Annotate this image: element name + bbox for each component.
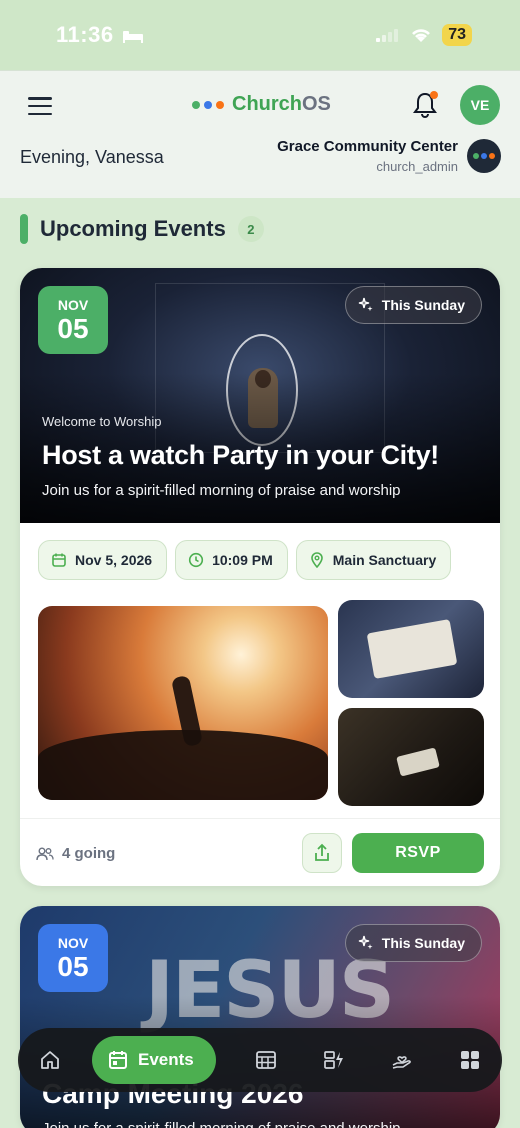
event-tag: This Sunday	[344, 924, 482, 962]
date-day: 05	[57, 313, 89, 344]
brand-dots-icon	[192, 100, 224, 109]
event-hero-image: NOV 05 This Sunday Welcome to Worship Ho…	[20, 268, 500, 523]
date-month: NOV	[57, 935, 89, 951]
event-card[interactable]: JESUS NOV 05 This Sunday Camp Meeting 20…	[20, 906, 500, 1128]
event-description: Join us for a spirit-filled morning of p…	[42, 482, 401, 499]
gallery-photo-bible[interactable]	[338, 600, 484, 698]
signal-icon	[376, 29, 399, 42]
date-badge: NOV 05	[38, 924, 108, 992]
battery-indicator: 73	[442, 24, 472, 46]
user-avatar[interactable]: VE	[460, 85, 500, 125]
nav-calendar[interactable]	[248, 1042, 284, 1078]
event-hero-image: JESUS NOV 05 This Sunday Camp Meeting 20…	[20, 906, 500, 1128]
gallery-photo-worship[interactable]	[38, 606, 328, 800]
card-footer: 4 going RSVP	[20, 818, 500, 886]
users-icon	[36, 847, 54, 860]
gallery-photo-study[interactable]	[338, 708, 484, 806]
app-header: ChurchOS VE Evening, Vanessa Grace Commu…	[0, 70, 520, 198]
wifi-icon	[412, 29, 431, 42]
bottom-navigation: Events	[18, 1028, 502, 1092]
status-icons: 73	[376, 24, 472, 46]
rsvp-button[interactable]: RSVP	[352, 833, 484, 873]
org-logo[interactable]	[467, 139, 501, 173]
nav-giving[interactable]	[384, 1042, 420, 1078]
event-card[interactable]: NOV 05 This Sunday Welcome to Worship Ho…	[20, 268, 500, 886]
brand-logo[interactable]: ChurchOS	[192, 93, 331, 116]
calendar-icon	[52, 553, 66, 567]
calendar-grid-icon	[255, 1051, 276, 1069]
menu-button[interactable]	[28, 97, 52, 115]
share-button[interactable]	[302, 833, 342, 873]
section-header: Upcoming Events 2	[20, 214, 264, 244]
event-description: Join us for a spirit-filled morning of p…	[42, 1120, 401, 1128]
event-time-chip: 10:09 PM	[175, 540, 288, 580]
section-count-badge: 2	[237, 216, 264, 242]
nav-events[interactable]: Events	[92, 1036, 216, 1084]
org-name[interactable]: Grace Community Center	[277, 138, 458, 155]
section-title: Upcoming Events	[40, 216, 226, 241]
dashboard-bolt-icon	[323, 1051, 343, 1069]
nav-home[interactable]	[32, 1042, 68, 1078]
share-icon	[315, 843, 329, 861]
event-photo-gallery	[38, 600, 484, 810]
grid-icon	[460, 1051, 479, 1069]
status-bar: 11:36 73	[0, 0, 520, 70]
calendar-icon	[109, 1051, 127, 1069]
date-day: 05	[57, 951, 89, 982]
date-month: NOV	[57, 297, 89, 313]
org-role: church_admin	[376, 159, 458, 174]
greeting-text: Evening, Vanessa	[20, 147, 164, 167]
map-pin-icon	[310, 552, 323, 568]
hand-heart-icon	[392, 1056, 411, 1069]
status-time: 11:36	[56, 22, 144, 48]
clock-icon	[188, 552, 204, 568]
sparkles-icon	[358, 935, 373, 950]
section-accent-bar	[20, 214, 28, 244]
nav-announcements[interactable]	[316, 1042, 352, 1078]
sparkles-icon	[358, 297, 373, 312]
attendee-count: 4 going	[36, 845, 115, 862]
event-date-chip: Nov 5, 2026	[38, 540, 168, 580]
brand-name: ChurchOS	[232, 93, 331, 115]
event-details: Nov 5, 2026 10:09 PM Main Sanctuary	[38, 540, 452, 580]
event-location-chip: Main Sanctuary	[295, 540, 452, 580]
nav-more[interactable]	[452, 1042, 488, 1078]
event-tag: This Sunday	[344, 286, 482, 324]
event-title[interactable]: Host a watch Party in your City!	[42, 440, 439, 471]
date-badge: NOV 05	[38, 286, 108, 354]
notification-button[interactable]	[412, 91, 438, 119]
home-icon	[41, 1051, 59, 1069]
sleep-icon	[123, 31, 144, 44]
event-subtitle: Welcome to Worship	[42, 414, 162, 429]
notification-dot	[430, 91, 438, 99]
